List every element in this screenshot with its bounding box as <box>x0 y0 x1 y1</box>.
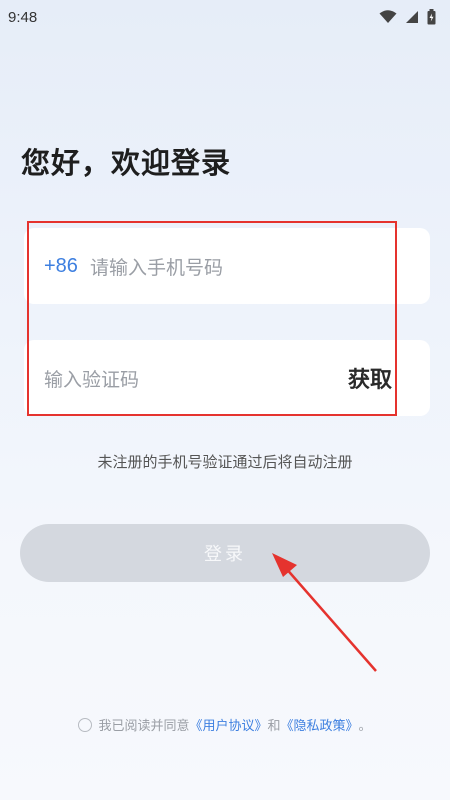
agreement-prefix: 我已阅读并同意 <box>98 719 190 734</box>
phone-field[interactable]: +86 请输入手机号码 <box>24 228 430 304</box>
signal-icon <box>406 11 418 23</box>
page-title: 您好，欢迎登录 <box>21 146 232 180</box>
agreement-suffix: 。 <box>358 719 372 734</box>
status-icons <box>379 9 436 25</box>
auto-register-hint: 未注册的手机号验证通过后将自动注册 <box>97 453 353 471</box>
login-button[interactable]: 登录 <box>20 524 430 582</box>
battery-icon <box>427 9 436 25</box>
country-code[interactable]: +86 <box>44 255 78 278</box>
privacy-policy-link[interactable]: 《隐私政策》 <box>281 715 359 734</box>
agreement-row: 我已阅读并同意 《用户协议》 和 《隐私政策》 。 <box>0 715 450 734</box>
phone-input-placeholder[interactable]: 请输入手机号码 <box>90 253 223 280</box>
user-agreement-link[interactable]: 《用户协议》 <box>189 715 267 734</box>
get-code-button[interactable]: 获取 <box>348 362 392 394</box>
agreement-and: 和 <box>267 719 281 734</box>
status-time: 9:48 <box>8 8 38 26</box>
agreement-checkbox[interactable] <box>78 717 93 732</box>
verification-code-field[interactable]: 输入验证码 获取 <box>24 340 430 416</box>
status-bar: 9:48 <box>0 0 450 34</box>
wifi-icon <box>379 10 397 23</box>
code-input-placeholder[interactable]: 输入验证码 <box>44 365 139 392</box>
